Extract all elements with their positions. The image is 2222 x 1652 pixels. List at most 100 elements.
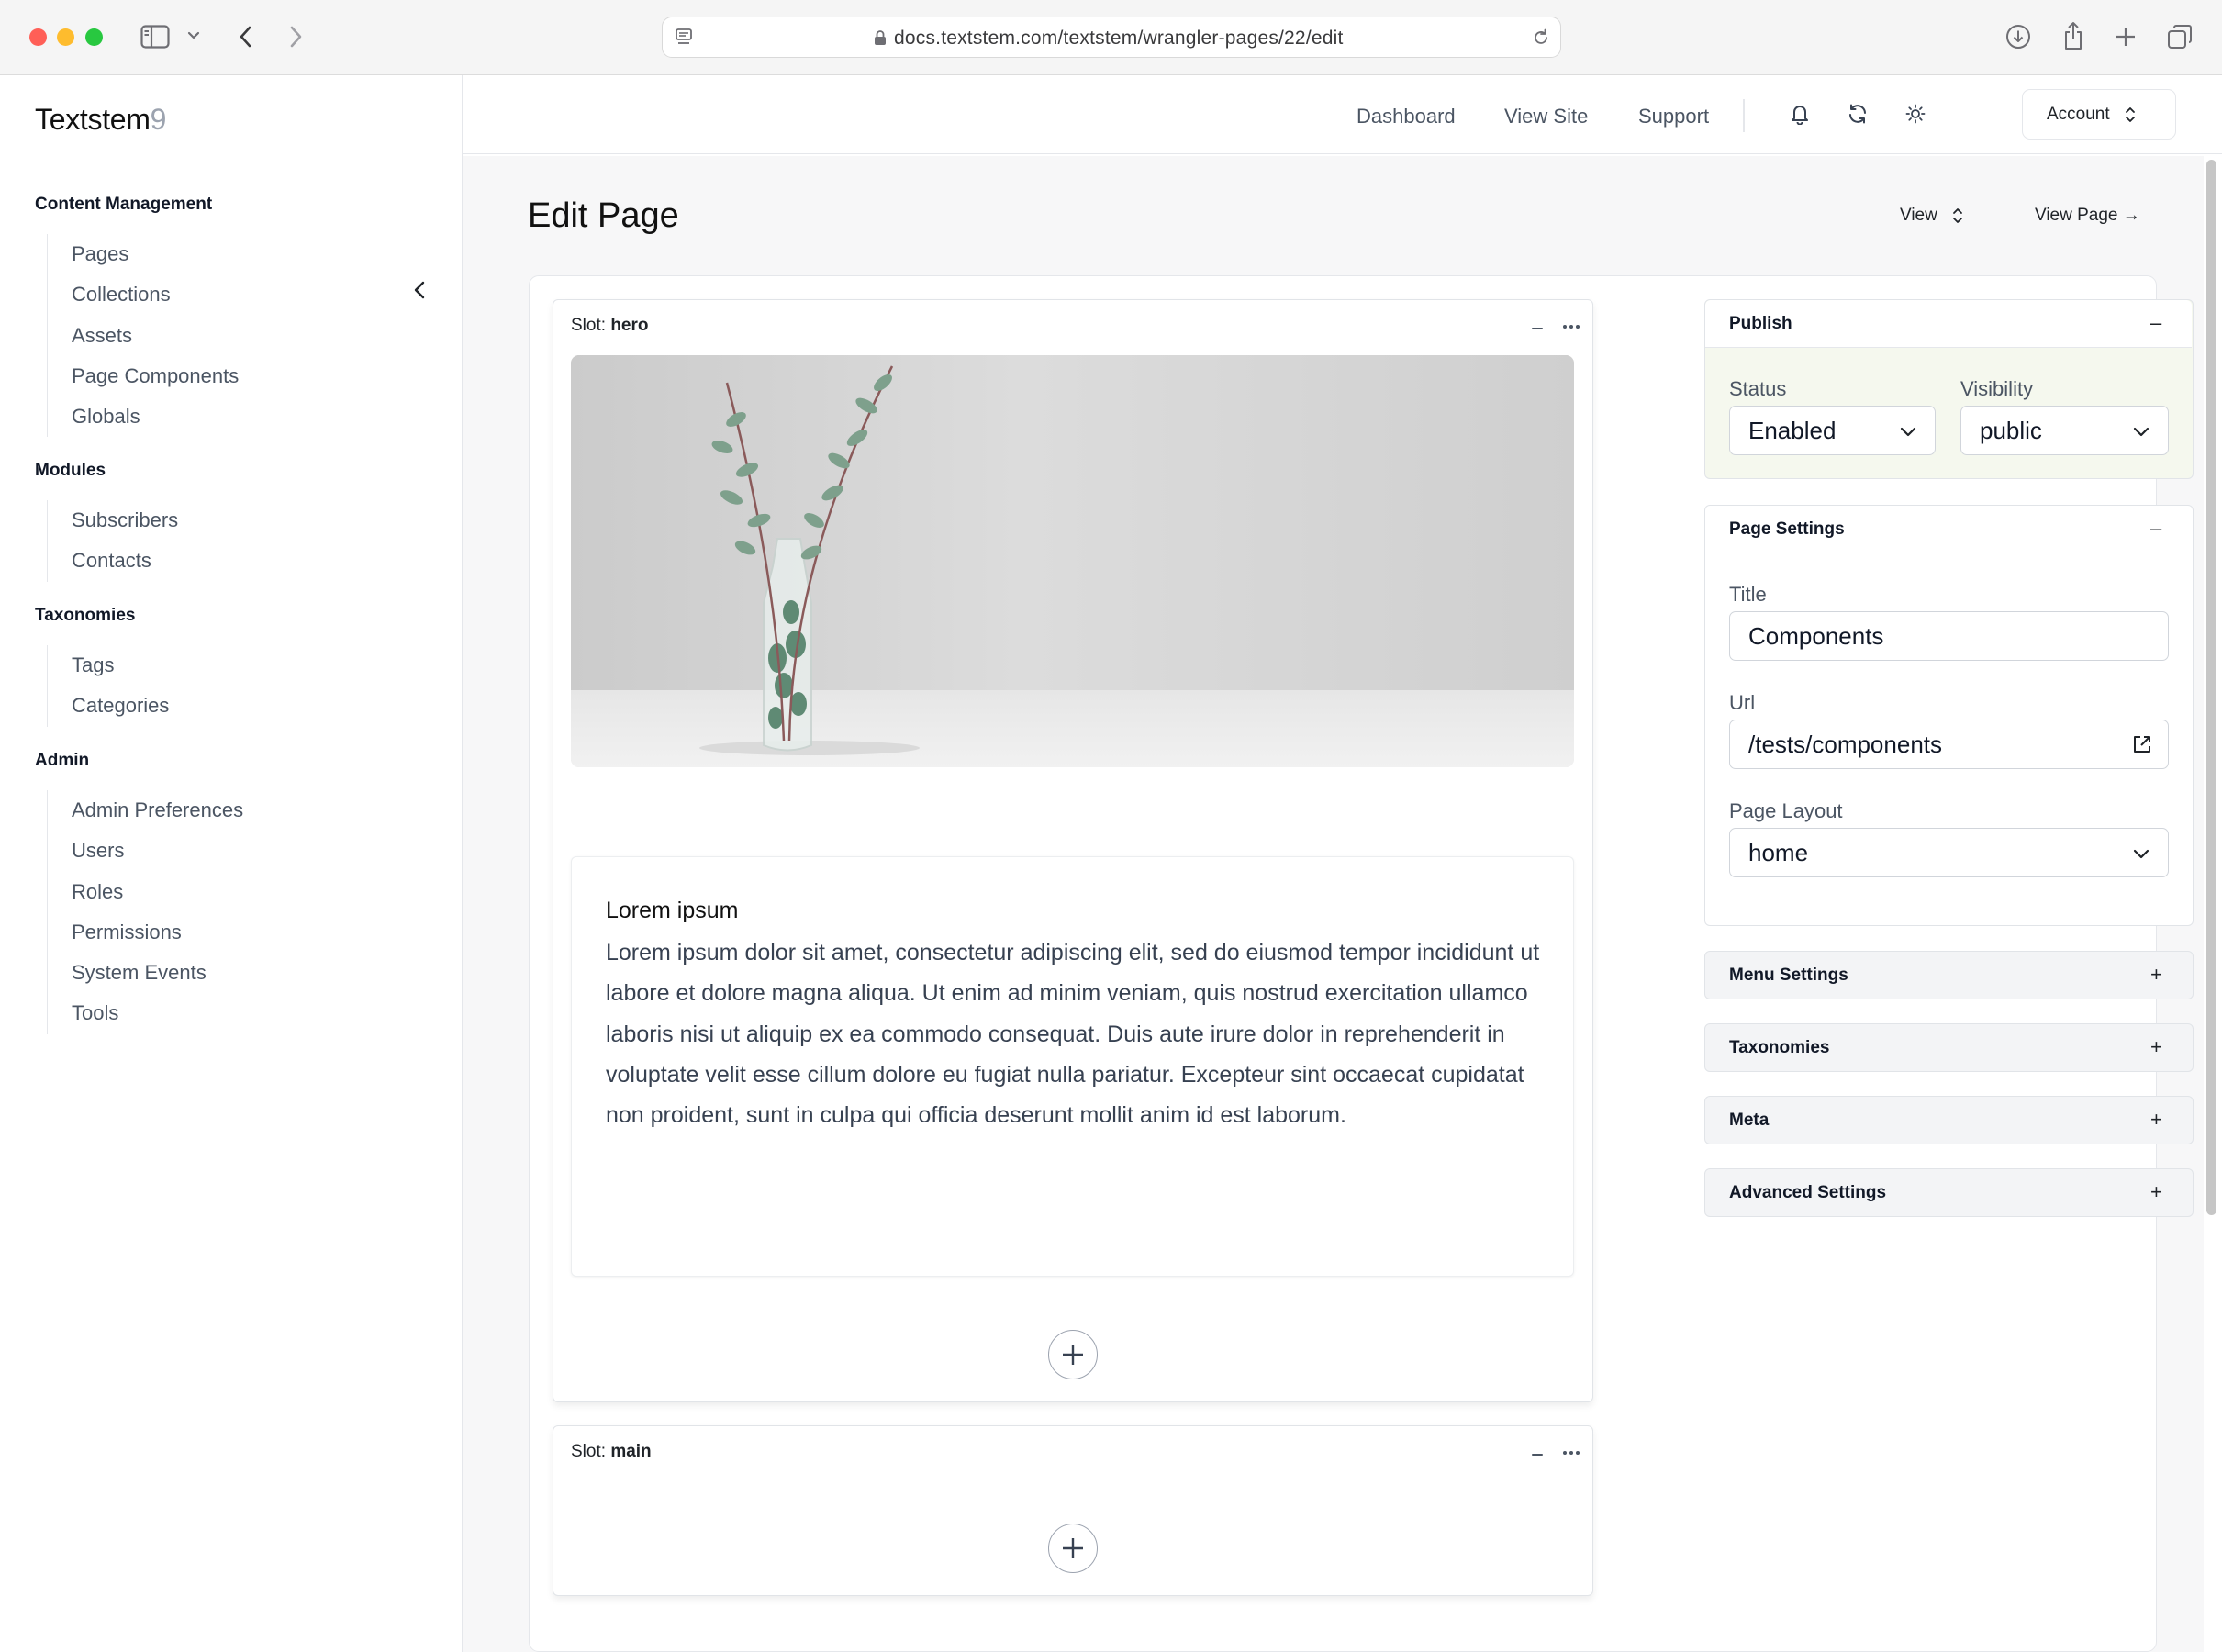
sidebar-item-tags[interactable]: Tags bbox=[48, 645, 169, 686]
sidebar-item-collections[interactable]: Collections bbox=[48, 274, 239, 315]
view-select[interactable]: View bbox=[1900, 206, 1963, 226]
brand-logo[interactable]: Textstem9 bbox=[35, 103, 166, 137]
url-value: /tests/components bbox=[1748, 730, 1942, 758]
visibility-label: Visibility bbox=[1960, 377, 2034, 400]
status-label: Status bbox=[1729, 377, 1787, 400]
add-component-button[interactable] bbox=[1048, 1524, 1098, 1573]
page-layout-label: Page Layout bbox=[1729, 799, 1843, 822]
sidebar-group-modules: Subscribers Contacts bbox=[47, 500, 178, 582]
chevron-down-icon bbox=[1900, 427, 1916, 437]
sidebar-item-categories[interactable]: Categories bbox=[48, 686, 169, 726]
taxonomies-panel[interactable]: Taxonomies + bbox=[1704, 1023, 2194, 1072]
expand-toggle[interactable]: + bbox=[2150, 1108, 2162, 1132]
page-title: Edit Page bbox=[528, 196, 679, 235]
sidebar-item-roles[interactable]: Roles bbox=[48, 872, 243, 912]
slot-main-label: Slot: main bbox=[571, 1442, 652, 1461]
main-content: Edit Page View View Page → Slot: hero Lo… bbox=[463, 156, 2204, 1652]
sidebar-toggle-icon[interactable] bbox=[140, 24, 171, 50]
sidebar-item-assets[interactable]: Assets bbox=[48, 316, 239, 356]
add-component-button[interactable] bbox=[1048, 1330, 1098, 1379]
expand-toggle[interactable]: + bbox=[2150, 1180, 2162, 1204]
meta-panel[interactable]: Meta + bbox=[1704, 1096, 2194, 1144]
sidebar-item-permissions[interactable]: Permissions bbox=[48, 912, 243, 953]
minimize-icon[interactable] bbox=[1527, 1443, 1547, 1463]
minimize-icon[interactable] bbox=[1527, 317, 1547, 337]
page-layout-select[interactable]: home bbox=[1729, 828, 2169, 877]
sort-icon bbox=[2125, 106, 2136, 124]
menu-settings-panel[interactable]: Menu Settings + bbox=[1704, 951, 2194, 999]
lock-icon bbox=[872, 28, 888, 47]
collapse-toggle[interactable]: – bbox=[2150, 311, 2161, 335]
expand-toggle[interactable]: + bbox=[2150, 1035, 2162, 1059]
hero-image[interactable] bbox=[571, 355, 1574, 767]
chevron-down-icon bbox=[2133, 849, 2149, 859]
slot-main: Slot: main bbox=[553, 1425, 1593, 1596]
advanced-settings-panel-title: Advanced Settings bbox=[1729, 1183, 1887, 1202]
editor-card: Slot: hero Lorem ipsum Lorem ipsum dolor… bbox=[529, 275, 2194, 1652]
sidebar-item-subscribers[interactable]: Subscribers bbox=[48, 500, 178, 541]
sidebar-item-pages[interactable]: Pages bbox=[48, 234, 239, 274]
sidebar-item-system-events[interactable]: System Events bbox=[48, 953, 243, 993]
title-input[interactable]: Components bbox=[1729, 611, 2169, 661]
nav-divider bbox=[1743, 99, 1745, 132]
minimize-window-button[interactable] bbox=[57, 28, 74, 46]
download-icon[interactable] bbox=[2004, 23, 2032, 50]
forward-icon[interactable] bbox=[285, 24, 307, 50]
site-icon[interactable] bbox=[674, 27, 694, 47]
page-scrollbar[interactable] bbox=[2206, 160, 2216, 1215]
plus-icon bbox=[1063, 1538, 1083, 1558]
title-label: Title bbox=[1729, 583, 1767, 606]
tabs-overview-icon[interactable] bbox=[2166, 23, 2194, 50]
new-tab-icon[interactable] bbox=[2113, 24, 2138, 50]
chevron-down-icon[interactable] bbox=[185, 29, 202, 42]
page-settings-panel-header[interactable]: Page Settings – bbox=[1705, 506, 2192, 553]
nav-dashboard-link[interactable]: Dashboard bbox=[1357, 105, 1456, 128]
sidebar-group-content-management: Pages Collections Assets Page Components… bbox=[47, 234, 239, 438]
chevron-left-icon[interactable] bbox=[409, 279, 433, 303]
sidebar-item-contacts[interactable]: Contacts bbox=[48, 541, 178, 581]
nav-view-site-link[interactable]: View Site bbox=[1504, 105, 1588, 128]
visibility-value: public bbox=[1980, 416, 2042, 444]
publish-panel: Publish – Status Enabled Visibility publ… bbox=[1704, 299, 2194, 479]
title-value: Components bbox=[1748, 621, 1884, 650]
sun-icon[interactable] bbox=[1903, 101, 1928, 127]
collapse-toggle[interactable]: – bbox=[2150, 517, 2161, 541]
url-input[interactable]: /tests/components bbox=[1729, 720, 2169, 769]
address-bar[interactable]: docs.textstem.com/textstem/wrangler-page… bbox=[662, 17, 1561, 58]
back-icon[interactable] bbox=[235, 24, 257, 50]
status-value: Enabled bbox=[1748, 416, 1837, 444]
sidebar-section-modules: Modules bbox=[35, 461, 106, 480]
sidebar-item-page-components[interactable]: Page Components bbox=[48, 356, 239, 396]
nav-support-link[interactable]: Support bbox=[1638, 105, 1709, 128]
bell-icon[interactable] bbox=[1787, 101, 1813, 127]
page-layout-value: home bbox=[1748, 838, 1809, 866]
sidebar-item-tools[interactable]: Tools bbox=[48, 993, 243, 1033]
browser-toolbar: docs.textstem.com/textstem/wrangler-page… bbox=[0, 0, 2222, 75]
slot-hero-label: Slot: hero bbox=[571, 316, 649, 335]
sidebar-item-users[interactable]: Users bbox=[48, 831, 243, 871]
top-header: Dashboard View Site Support Account bbox=[463, 75, 2222, 154]
status-select[interactable]: Enabled bbox=[1729, 406, 1936, 455]
account-menu-button[interactable]: Account bbox=[2022, 89, 2176, 140]
more-icon[interactable] bbox=[1560, 317, 1582, 337]
url-label: Url bbox=[1729, 691, 1756, 714]
visibility-select[interactable]: public bbox=[1960, 406, 2169, 455]
publish-panel-header[interactable]: Publish – bbox=[1705, 300, 2192, 348]
sidebar-item-globals[interactable]: Globals bbox=[48, 396, 239, 437]
sidebar-group-admin: Admin Preferences Users Roles Permission… bbox=[47, 790, 243, 1034]
url-text: docs.textstem.com/textstem/wrangler-page… bbox=[894, 28, 1344, 49]
reload-icon[interactable] bbox=[1531, 28, 1551, 48]
text-block[interactable]: Lorem ipsum Lorem ipsum dolor sit amet, … bbox=[571, 856, 1574, 1277]
share-icon[interactable] bbox=[2060, 20, 2087, 51]
text-block-body: Lorem ipsum dolor sit amet, consectetur … bbox=[606, 940, 1540, 1129]
refresh-icon[interactable] bbox=[1845, 101, 1870, 127]
view-page-link[interactable]: View Page → bbox=[2035, 206, 2140, 226]
close-window-button[interactable] bbox=[29, 28, 47, 46]
advanced-settings-panel[interactable]: Advanced Settings + bbox=[1704, 1168, 2194, 1217]
zoom-window-button[interactable] bbox=[85, 28, 103, 46]
sidebar-item-admin-preferences[interactable]: Admin Preferences bbox=[48, 790, 243, 831]
more-icon[interactable] bbox=[1560, 1443, 1582, 1463]
expand-toggle[interactable]: + bbox=[2150, 963, 2162, 987]
external-link-icon[interactable] bbox=[2131, 733, 2153, 755]
publish-panel-title: Publish bbox=[1729, 314, 1792, 333]
